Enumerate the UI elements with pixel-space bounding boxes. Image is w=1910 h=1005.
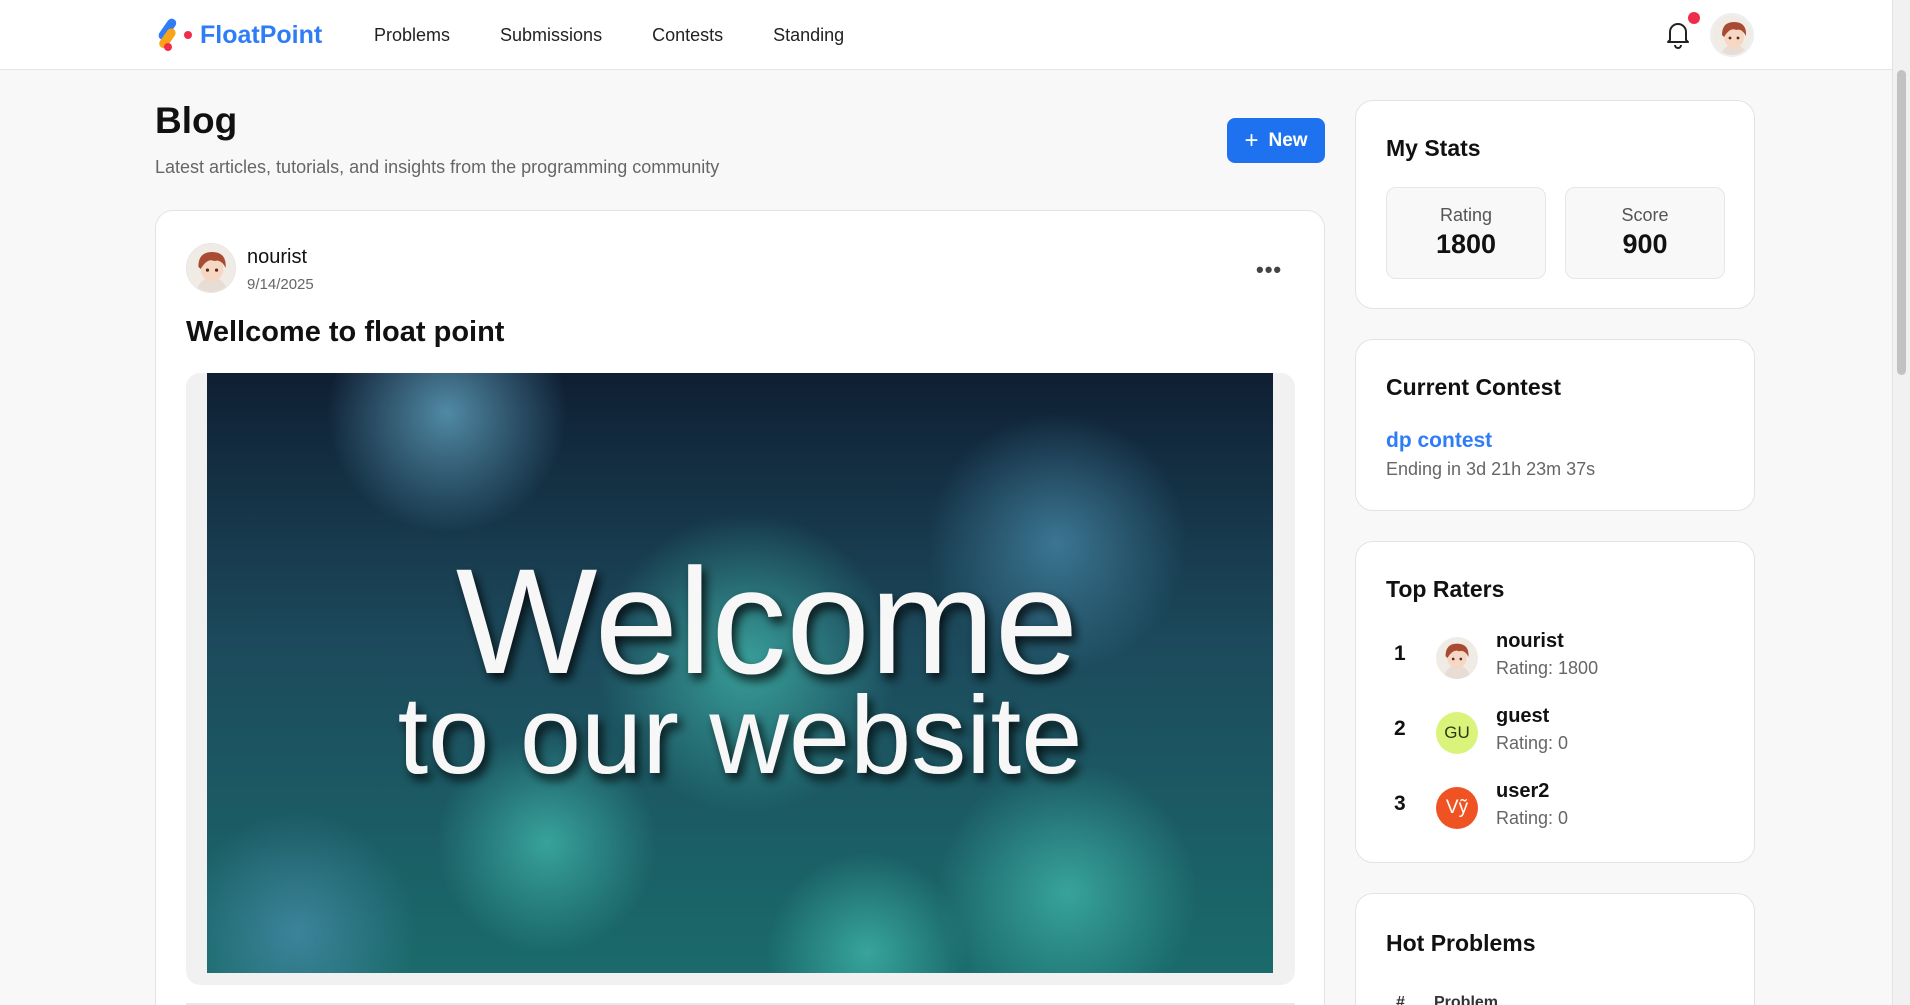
nav-problems[interactable]: Problems	[374, 25, 450, 46]
score-label: Score	[1621, 205, 1669, 225]
rater-row[interactable]: 2 GU guest Rating: 0	[1386, 705, 1726, 765]
score-stat: Score 900	[1565, 187, 1725, 279]
plus-icon: +	[1244, 126, 1259, 154]
rater-row[interactable]: 1 nourist Rating: 1800	[1386, 630, 1726, 690]
new-post-label: New	[1268, 129, 1308, 151]
post-image: Welcome to our website	[207, 373, 1273, 973]
post-date: 9/14/2025	[247, 276, 314, 293]
top-raters-title: Top Raters	[1386, 576, 1505, 602]
post-author-avatar[interactable]	[186, 243, 236, 293]
rater-rating: Rating: 1800	[1496, 658, 1599, 678]
app-logo[interactable]: FloatPoint	[154, 14, 322, 56]
rater-rank: 2	[1394, 717, 1406, 740]
rater-rank: 3	[1394, 792, 1406, 815]
my-stats-title: My Stats	[1386, 135, 1481, 161]
rater-rating: Rating: 0	[1496, 808, 1569, 828]
hot-problems-title: Hot Problems	[1386, 930, 1536, 956]
rater-rank: 1	[1394, 642, 1406, 665]
contest-link[interactable]: dp contest	[1386, 429, 1492, 453]
rater-name[interactable]: guest	[1496, 705, 1549, 728]
rater-avatar	[1436, 637, 1478, 679]
current-contest-card: Current Contest dp contest Ending in 3d …	[1355, 339, 1755, 511]
bell-icon[interactable]	[1664, 19, 1692, 49]
rating-value: 1800	[1435, 229, 1497, 259]
new-post-button[interactable]: + New	[1227, 118, 1325, 163]
post-author-name[interactable]: nourist	[247, 246, 307, 269]
post-title[interactable]: Wellcome to float point	[186, 316, 504, 349]
main-nav: Problems Submissions Contests Standing	[374, 0, 844, 70]
rating-label: Rating	[1439, 205, 1493, 225]
rater-name[interactable]: user2	[1496, 780, 1549, 803]
blog-post-card: nourist 9/14/2025 ••• Wellcome to float …	[155, 210, 1325, 1005]
top-raters-card: Top Raters 1 nourist Rating: 1800 2 GU g…	[1355, 541, 1755, 863]
image-text-website: to our website	[398, 674, 1083, 797]
rater-rating: Rating: 0	[1496, 733, 1569, 753]
nav-standing[interactable]: Standing	[773, 25, 844, 46]
nav-contests[interactable]: Contests	[652, 25, 723, 46]
hot-problems-col-number: #	[1396, 994, 1405, 1005]
rater-row[interactable]: 3 Vỹ user2 Rating: 0	[1386, 780, 1726, 840]
score-value: 900	[1622, 229, 1668, 259]
user-avatar[interactable]	[1710, 13, 1754, 57]
notification-dot	[1688, 12, 1700, 24]
post-image-frame: Welcome to our website	[186, 373, 1295, 985]
hot-problems-card: Hot Problems # Problem	[1355, 893, 1755, 1005]
rater-name[interactable]: nourist	[1496, 630, 1564, 653]
logo-icon	[154, 14, 196, 56]
hot-problems-col-problem: Problem	[1434, 994, 1499, 1005]
contest-timer: Ending in 3d 21h 23m 37s	[1386, 459, 1596, 479]
more-options-icon[interactable]: •••	[1256, 257, 1282, 283]
my-stats-card: My Stats Rating 1800 Score 900	[1355, 100, 1755, 309]
current-contest-title: Current Contest	[1386, 374, 1562, 400]
app-name: FloatPoint	[200, 20, 323, 49]
page-title: Blog	[155, 100, 238, 141]
scroll-thumb[interactable]	[1897, 70, 1906, 375]
page-scrollbar[interactable]	[1892, 0, 1910, 1005]
top-nav-bar: FloatPoint Problems Submissions Contests…	[0, 0, 1892, 70]
nav-submissions[interactable]: Submissions	[500, 25, 602, 46]
rater-avatar: Vỹ	[1436, 787, 1478, 829]
rating-stat: Rating 1800	[1386, 187, 1546, 279]
page-subtitle: Latest articles, tutorials, and insights…	[155, 157, 720, 177]
rater-avatar: GU	[1436, 712, 1478, 754]
